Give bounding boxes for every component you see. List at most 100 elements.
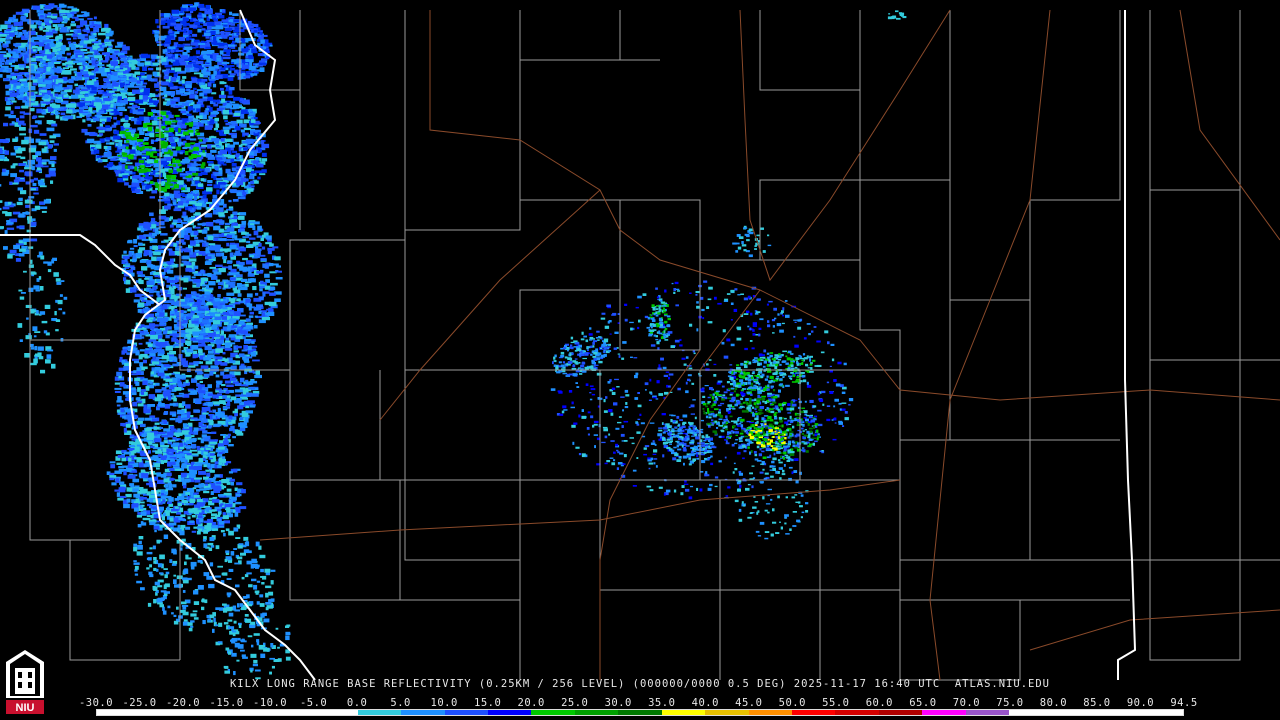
echo-cell <box>137 147 144 151</box>
echo-cell <box>78 18 84 21</box>
echo-cell <box>171 142 177 147</box>
echo-cell <box>154 275 159 278</box>
echo-cell <box>205 361 213 365</box>
echo-cell <box>237 191 242 195</box>
echo-cell <box>221 19 229 22</box>
echo-cell <box>207 161 214 164</box>
echo-cell <box>228 16 235 19</box>
echo-cell <box>248 65 256 71</box>
echo-cell <box>202 194 207 199</box>
echo-cell <box>149 212 154 217</box>
echo-cell <box>134 151 141 154</box>
echo-cell <box>137 421 142 424</box>
echo-cell <box>91 60 96 65</box>
echo-cell <box>165 378 173 382</box>
echo-cell <box>77 29 82 34</box>
echo-cell <box>200 178 205 182</box>
echo-cell <box>124 115 129 121</box>
echo-cell <box>6 40 11 44</box>
echo-cell <box>177 218 182 223</box>
echo-cell <box>202 55 210 59</box>
echo-cell <box>144 137 149 141</box>
echo-cell <box>87 51 95 54</box>
echo-cell <box>242 132 249 136</box>
echo-cell <box>221 43 228 46</box>
echo-cell <box>235 104 242 107</box>
echo-cell <box>185 122 191 126</box>
echo-cell <box>226 327 231 331</box>
echo-cell <box>132 89 140 94</box>
echo-cell <box>275 256 281 261</box>
echo-cell <box>185 135 191 140</box>
echo-cell <box>176 180 184 185</box>
echo-cell <box>168 83 174 87</box>
echo-cell <box>123 427 127 433</box>
echo-cell <box>185 81 193 85</box>
echo-cell <box>235 274 243 278</box>
echo-cell <box>85 96 92 102</box>
echo-cell <box>170 22 176 26</box>
echo-cell <box>11 26 16 31</box>
echo-cell <box>162 198 170 201</box>
echo-cell <box>161 57 167 62</box>
echo-cell <box>192 33 198 37</box>
echo-cell <box>227 22 232 26</box>
echo-cell <box>260 39 266 44</box>
echo-cell <box>212 83 217 88</box>
echo-cell <box>78 94 86 99</box>
echo-cell <box>199 146 206 149</box>
echo-cell <box>211 145 216 148</box>
echo-cell <box>182 4 188 8</box>
echo-cell <box>267 311 275 316</box>
echo-cell <box>193 409 200 413</box>
echo-cell <box>229 244 237 250</box>
echo-cell <box>46 25 52 30</box>
echo-cell <box>101 121 105 125</box>
echo-cell <box>232 129 237 132</box>
echo-cell <box>153 251 161 256</box>
echo-cell <box>139 131 145 135</box>
echo-cell <box>201 319 209 324</box>
echo-cell <box>174 67 182 72</box>
echo-cell <box>112 94 118 96</box>
echo-cell <box>55 115 60 119</box>
echo-cell <box>253 306 262 311</box>
echo-cell <box>261 246 266 250</box>
echo-cell <box>54 110 59 116</box>
echo-cell <box>228 199 232 203</box>
echo-cell <box>60 57 66 60</box>
echo-cell <box>270 282 278 286</box>
echo-cell <box>164 151 169 155</box>
echo-cell <box>134 188 141 193</box>
echo-cell <box>106 117 111 122</box>
echo-cell <box>211 138 219 142</box>
echo-cell <box>127 341 132 344</box>
echo-cell <box>119 111 123 116</box>
echo-cell <box>110 103 114 108</box>
echo-cell <box>240 44 244 49</box>
echo-cell <box>163 373 172 376</box>
echo-cell <box>233 112 242 116</box>
echo-cell <box>139 259 147 263</box>
echo-cell <box>103 145 108 150</box>
echo-cell <box>242 64 250 69</box>
echo-cell <box>260 34 268 37</box>
echo-cell <box>232 436 236 439</box>
echo-cell <box>109 167 117 170</box>
echo-cell <box>201 407 207 412</box>
echo-cell <box>221 384 226 387</box>
echo-cell <box>174 263 178 266</box>
echo-cell <box>5 84 11 89</box>
echo-cell <box>114 170 121 174</box>
echo-cell <box>228 298 236 302</box>
echo-cell <box>86 80 94 85</box>
echo-cell <box>203 356 211 361</box>
echo-cell <box>176 50 184 52</box>
echo-cell <box>133 245 138 248</box>
echo-cell <box>261 152 267 157</box>
echo-cell <box>231 49 238 52</box>
reflectivity-echoes <box>0 2 907 680</box>
echo-cell <box>120 126 124 132</box>
echo-cell <box>178 36 186 42</box>
echo-cell <box>213 99 220 103</box>
